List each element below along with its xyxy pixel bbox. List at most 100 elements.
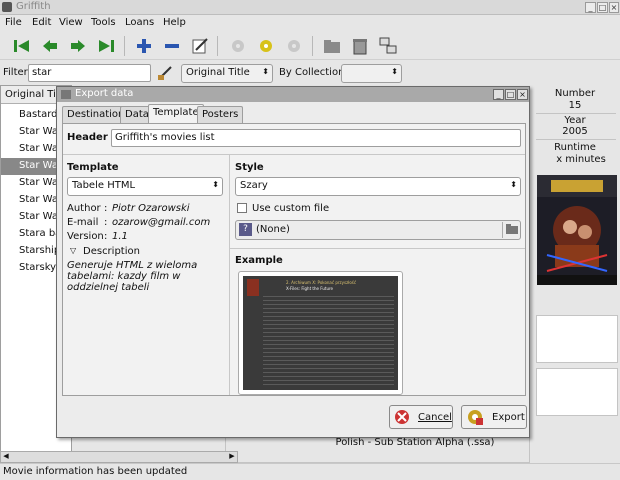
- version-colon: :: [104, 231, 108, 242]
- filter-field-value: Original Title: [186, 67, 250, 78]
- plot-box: [536, 368, 618, 416]
- by-collection-label: By Collection: [279, 67, 345, 78]
- maximize-button[interactable]: □: [597, 2, 608, 13]
- preview-heading: 2. Archiwum X: Pokonać przyszłość: [286, 280, 357, 285]
- author-value: Piotr Ozarowski: [112, 203, 190, 214]
- cancel-label: Cancel: [418, 411, 452, 423]
- collection-combo[interactable]: ⬍: [341, 64, 402, 83]
- previous-record-icon[interactable]: [40, 36, 60, 56]
- header-label: Header: [67, 132, 108, 143]
- preview-subheading: X-Files: Fight the Future: [286, 286, 333, 291]
- next-record-icon[interactable]: [68, 36, 88, 56]
- tab-posters[interactable]: Posters: [197, 106, 244, 123]
- description-expander[interactable]: Description: [83, 246, 140, 257]
- menu-help[interactable]: Help: [163, 17, 186, 28]
- app-icon: [2, 2, 12, 12]
- export-label: Export: [492, 411, 525, 423]
- email-label: E-mail: [67, 217, 99, 228]
- close-button[interactable]: ×: [609, 2, 619, 13]
- template-combo[interactable]: Tabele HTML ⬍: [67, 177, 223, 196]
- example-preview: 2. Archiwum X: Pokonać przyszłość X-File…: [238, 271, 403, 395]
- toolbar: [0, 32, 620, 60]
- cancel-button[interactable]: Cancel: [389, 405, 453, 429]
- email-colon: :: [104, 217, 108, 228]
- edit-icon[interactable]: [190, 36, 210, 56]
- menu-file[interactable]: File: [5, 17, 22, 28]
- version-label: Version: [67, 231, 104, 242]
- menu-edit[interactable]: Edit: [32, 17, 51, 28]
- style-section-label: Style: [235, 162, 264, 173]
- toolbar-separator: [312, 36, 313, 56]
- chevron-updown-icon: ⬍: [510, 180, 517, 189]
- scroll-left-icon[interactable]: ◀: [1, 452, 11, 462]
- loan-history-icon[interactable]: [284, 36, 304, 56]
- network-icon[interactable]: [378, 36, 398, 56]
- file-chooser-value: (None): [256, 224, 290, 235]
- loan-return-icon[interactable]: [256, 36, 276, 56]
- dialog-minimize-button[interactable]: _: [493, 89, 504, 100]
- expander-arrow-icon[interactable]: ▽: [70, 246, 76, 255]
- filter-label: Filter: [3, 67, 28, 78]
- window-title: Griffith: [16, 1, 51, 12]
- custom-file-chooser[interactable]: ? (None): [235, 220, 521, 240]
- header-input[interactable]: Griffith's movies list: [111, 129, 521, 147]
- dialog-close-button[interactable]: ×: [517, 89, 528, 100]
- subtitle-info: Polish - Sub Station Alpha (.ssa): [335, 437, 495, 448]
- chevron-updown-icon: ⬍: [391, 67, 398, 76]
- first-record-icon[interactable]: [12, 36, 32, 56]
- notes-box: [536, 315, 618, 363]
- dialog-titlebar: Export data _ □ ×: [57, 87, 529, 102]
- template-section-label: Template: [67, 162, 119, 173]
- export-button[interactable]: Export: [461, 405, 527, 429]
- list-horizontal-scrollbar[interactable]: ◀ ▶: [0, 451, 238, 463]
- remove-icon[interactable]: [162, 36, 182, 56]
- description-text: Generuje HTML z wieloma tabelami: kazdy …: [67, 260, 198, 293]
- detail-pane: Number 15 Year 2005 Runtime x minutes: [530, 85, 620, 463]
- custom-file-checkbox[interactable]: [237, 203, 247, 213]
- divider: [536, 113, 616, 114]
- preview-table: [263, 293, 394, 386]
- cancel-icon: [395, 410, 409, 424]
- runtime-value: x minutes: [556, 154, 606, 165]
- section-divider: [230, 248, 525, 249]
- divider: [536, 139, 616, 140]
- template-combo-value: Tabele HTML: [72, 180, 136, 191]
- menu-bar: File Edit View Tools Loans Help: [0, 15, 620, 32]
- style-combo[interactable]: Szary ⬍: [235, 177, 521, 196]
- chevron-updown-icon: ⬍: [212, 180, 219, 189]
- filter-field-combo[interactable]: Original Title ⬍: [181, 64, 273, 83]
- version-value: 1.1: [112, 231, 128, 242]
- scroll-right-icon[interactable]: ▶: [227, 452, 237, 462]
- trash-icon[interactable]: [350, 36, 370, 56]
- menu-tools[interactable]: Tools: [91, 17, 116, 28]
- clear-filter-icon[interactable]: [155, 63, 175, 83]
- chevron-updown-icon: ⬍: [262, 67, 269, 76]
- add-icon[interactable]: [134, 36, 154, 56]
- toolbar-separator: [217, 36, 218, 56]
- preview-poster-thumbnail: [247, 279, 259, 296]
- menu-view[interactable]: View: [59, 17, 83, 28]
- dialog-maximize-button[interactable]: □: [505, 89, 516, 100]
- year-label: Year: [564, 115, 586, 126]
- custom-file-label[interactable]: Use custom file: [252, 203, 329, 214]
- open-folder-icon[interactable]: [322, 36, 342, 56]
- status-bar: Movie information has been updated: [0, 463, 620, 480]
- vertical-divider: [229, 155, 230, 395]
- folder-open-icon[interactable]: [502, 222, 520, 238]
- tab-template[interactable]: Template: [148, 104, 204, 124]
- section-divider: [63, 154, 525, 155]
- toolbar-separator: [124, 36, 125, 56]
- loan-icon[interactable]: [228, 36, 248, 56]
- number-value: 15: [568, 100, 582, 111]
- minimize-button[interactable]: _: [585, 2, 596, 13]
- last-record-icon[interactable]: [96, 36, 116, 56]
- author-label: Author: [67, 203, 101, 214]
- filter-bar: Filter star Original Title ⬍ By Collectio…: [0, 61, 620, 85]
- author-colon: :: [104, 203, 108, 214]
- window-titlebar: Griffith _ □ ×: [0, 0, 620, 15]
- number-label: Number: [554, 88, 596, 99]
- filter-input[interactable]: star: [28, 64, 151, 82]
- example-label: Example: [235, 255, 283, 266]
- preview-page: 2. Archiwum X: Pokonać przyszłość X-File…: [243, 276, 398, 390]
- menu-loans[interactable]: Loans: [125, 17, 154, 28]
